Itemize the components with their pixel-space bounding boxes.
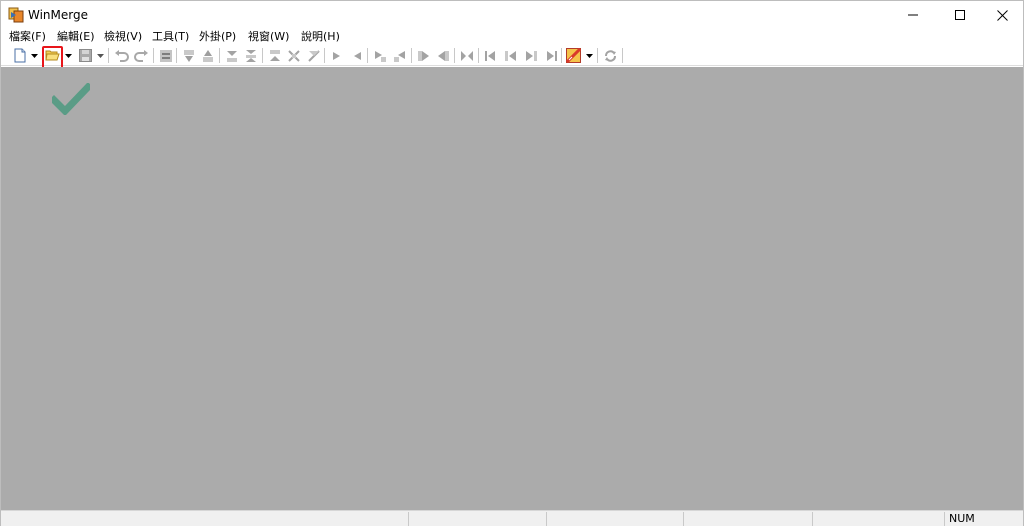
status-pane-divider [944, 512, 945, 526]
new-document-icon [14, 48, 25, 63]
current-diff-button[interactable] [242, 47, 259, 64]
copy-next-icon [525, 50, 537, 61]
winmerge-window: WinMerge 檔案(F) 編輯(E) 檢視(V) 工具(T) 外掛(P) 視… [0, 0, 1024, 526]
maximize-button[interactable] [937, 1, 983, 29]
toolbar-separator [153, 48, 154, 63]
options-dropdown-arrow[interactable] [585, 47, 594, 64]
copy-last-icon [546, 50, 557, 61]
menu-file[interactable]: 檔案(F) [9, 29, 46, 45]
toolbar-separator [561, 48, 562, 63]
undo-button[interactable] [113, 47, 130, 64]
new-dropdown-arrow[interactable] [30, 47, 39, 64]
toolbar-separator [622, 48, 623, 63]
toolbar-separator [108, 48, 109, 63]
first-diff-button[interactable] [223, 47, 240, 64]
copy-prev-button[interactable] [502, 47, 519, 64]
toolbar [1, 45, 1023, 70]
arrow-right-icon [332, 51, 340, 60]
toolbar-separator [176, 48, 177, 63]
toolbar-separator [324, 48, 325, 63]
copy-right-advance-icon [374, 50, 386, 62]
close-icon [996, 9, 1008, 21]
checkmark-icon [52, 83, 90, 115]
menu-edit[interactable]: 編輯(E) [57, 29, 95, 45]
menu-window[interactable]: 視窗(W) [248, 29, 289, 45]
arrow-down-icon [183, 49, 194, 62]
menu-help[interactable]: 說明(H) [301, 29, 340, 45]
conflict-icon [287, 49, 300, 62]
open-dropdown-arrow[interactable] [64, 47, 73, 64]
last-diff-icon [269, 49, 280, 61]
copy-all-right-icon [417, 50, 429, 61]
copy-right-advance-button[interactable] [371, 47, 388, 64]
toolbar-separator [411, 48, 412, 63]
copy-last-button[interactable] [542, 47, 559, 64]
toolbar-separator [367, 48, 368, 63]
status-pane-divider [408, 512, 409, 526]
chevron-down-icon [97, 53, 104, 58]
copy-left-button[interactable] [348, 47, 365, 64]
status-bar: NUM [1, 510, 1023, 526]
next-diff-button[interactable] [180, 47, 197, 64]
refresh-button[interactable] [602, 47, 619, 64]
next-conflict-button[interactable] [285, 47, 302, 64]
undo-icon [115, 49, 129, 62]
chevron-down-icon [31, 53, 38, 58]
minimize-button[interactable] [890, 1, 936, 29]
toolbar-separator [219, 48, 220, 63]
maximize-icon [955, 10, 965, 20]
copy-first-button[interactable] [482, 47, 499, 64]
toolbar-separator [454, 48, 455, 63]
arrow-up-icon [202, 49, 213, 62]
save-button[interactable] [77, 47, 94, 64]
toolbar-separator [597, 48, 598, 63]
prev-conflict-button[interactable] [305, 47, 322, 64]
minimize-icon [908, 14, 918, 16]
copy-left-advance-button[interactable] [391, 47, 408, 64]
refresh-icon [605, 49, 616, 62]
copy-all-left-button[interactable] [434, 47, 451, 64]
redo-icon [134, 49, 148, 62]
toolbar-separator [478, 48, 479, 63]
menu-plugins[interactable]: 外掛(P) [199, 29, 236, 45]
num-lock-indicator: NUM [949, 512, 975, 525]
current-diff-icon [245, 49, 256, 62]
close-button[interactable] [979, 1, 1024, 29]
save-icon [79, 49, 92, 62]
new-button[interactable] [11, 47, 28, 64]
chevron-down-icon [65, 53, 72, 58]
copy-first-icon [484, 50, 495, 61]
arrow-left-icon [353, 51, 361, 60]
menu-bar: 檔案(F) 編輯(E) 檢視(V) 工具(T) 外掛(P) 視窗(W) 說明(H… [1, 29, 1023, 45]
merge-icon [460, 50, 473, 61]
copy-all-right-button[interactable] [415, 47, 432, 64]
title-bar[interactable]: WinMerge [1, 1, 1023, 29]
copy-left-advance-icon [393, 50, 405, 62]
status-pane-divider [812, 512, 813, 526]
copy-right-button[interactable] [328, 47, 345, 64]
chevron-down-icon [586, 53, 593, 58]
merge-button[interactable] [458, 47, 475, 64]
save-dropdown-arrow[interactable] [96, 47, 105, 64]
copy-all-left-icon [437, 50, 449, 61]
copy-prev-icon [504, 50, 516, 61]
menu-view[interactable]: 檢視(V) [104, 29, 142, 45]
diff-lines-icon [159, 49, 172, 62]
menu-tools[interactable]: 工具(T) [152, 29, 189, 45]
winmerge-logo-icon [8, 7, 24, 23]
last-diff-button[interactable] [266, 47, 283, 64]
mdi-client-area[interactable] [1, 67, 1023, 510]
prev-diff-button[interactable] [199, 47, 216, 64]
options-button[interactable] [565, 47, 582, 64]
status-pane-divider [683, 512, 684, 526]
status-pane-divider [546, 512, 547, 526]
options-icon [566, 48, 581, 63]
first-diff-icon [226, 50, 237, 62]
conflict-up-icon [307, 49, 320, 62]
diff-all-button[interactable] [157, 47, 174, 64]
copy-next-button[interactable] [522, 47, 539, 64]
toolbar-separator [262, 48, 263, 63]
redo-button[interactable] [133, 47, 150, 64]
window-title: WinMerge [28, 8, 88, 22]
